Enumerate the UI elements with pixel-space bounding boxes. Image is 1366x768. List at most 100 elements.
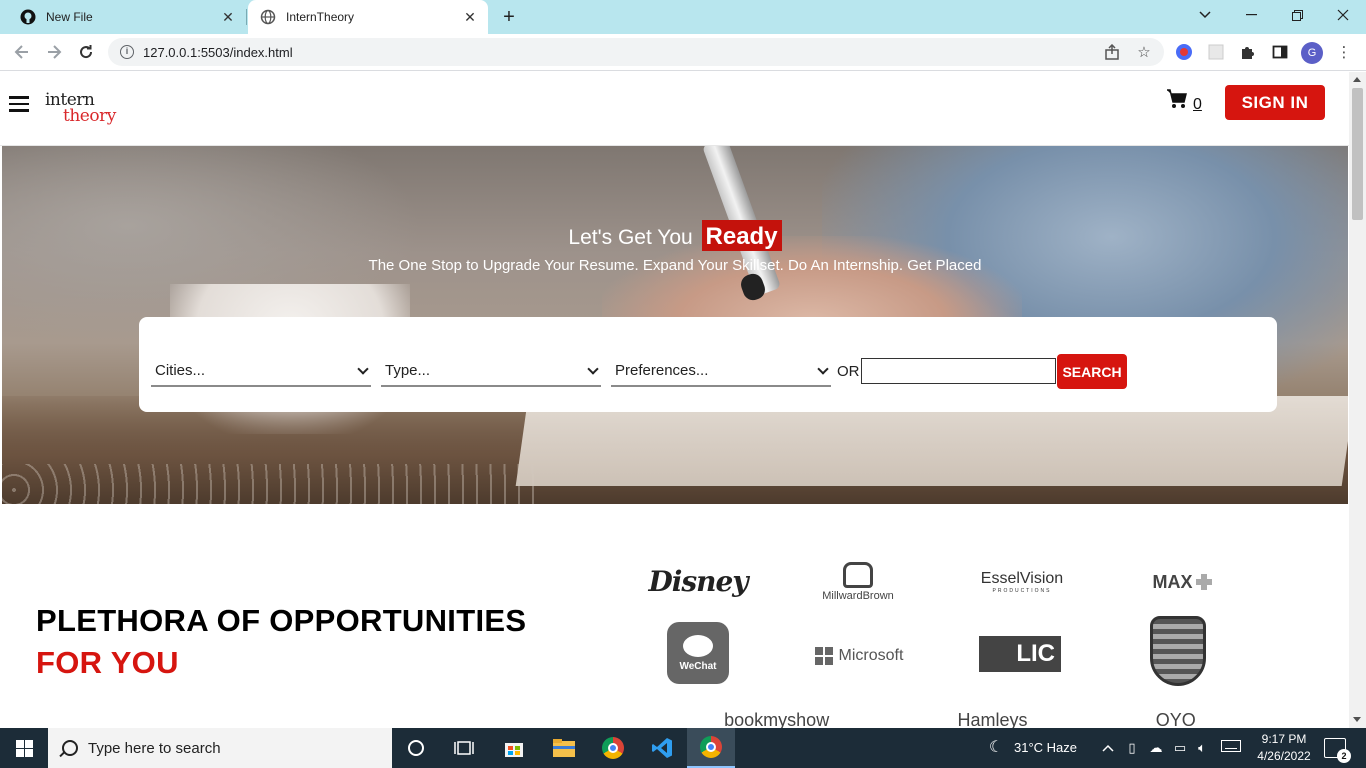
partner-logo-oyo: OYO (1155, 709, 1196, 729)
preferences-select[interactable]: Preferences... (611, 357, 831, 387)
extensions-puzzle-icon[interactable] (1238, 42, 1258, 62)
hero-title-highlight: Ready (701, 220, 782, 251)
microsoft-squares-icon (814, 647, 833, 665)
cities-select-value: Cities... (155, 362, 206, 379)
or-label: OR (837, 363, 860, 380)
clock-date[interactable]: 4/26/2022 (1254, 749, 1314, 763)
side-panel-icon[interactable] (1270, 42, 1290, 62)
volume-icon[interactable]: 🔈︎ (1194, 740, 1210, 756)
windows-logo-icon (15, 739, 33, 757)
vscode-icon[interactable] (638, 728, 686, 768)
page-scrollbar[interactable] (1349, 72, 1366, 728)
opportunities-title: PLETHORA OF OPPORTUNITIES (36, 603, 527, 638)
tab-new-file[interactable]: New File ✕ (8, 0, 246, 34)
search-card: Cities... Type... Preferences... OR SEAR… (139, 317, 1277, 412)
type-select[interactable]: Type... (381, 357, 601, 387)
tab-separator (246, 9, 247, 25)
partner-logo-lic-text: LIC (979, 636, 1061, 672)
partner-logo-max: MAX (1138, 565, 1226, 599)
chrome-active-window-icon[interactable] (687, 728, 735, 768)
clock-time[interactable]: 9:17 PM (1254, 732, 1314, 746)
keyboard-icon[interactable] (1220, 740, 1242, 756)
hero-background-spiral (2, 464, 542, 504)
task-view-icon[interactable] (440, 728, 488, 768)
hero-title-prefix: Let's Get You (568, 226, 693, 249)
bookmark-star-icon[interactable]: ☆ (1134, 42, 1154, 62)
close-tab-icon[interactable]: ✕ (462, 9, 478, 25)
site-info-icon[interactable]: i (120, 45, 134, 59)
close-tab-icon[interactable]: ✕ (220, 9, 236, 25)
chrome-icon (700, 736, 722, 758)
scroll-up-arrow-icon[interactable] (1353, 77, 1361, 82)
site-logo[interactable]: intern theory (45, 90, 125, 130)
share-icon[interactable] (1102, 42, 1122, 62)
globe-icon (260, 9, 276, 25)
extension-grid-icon[interactable] (1206, 42, 1226, 62)
tab-title: New File (46, 10, 93, 24)
partner-logo-hamleys: Hamleys (957, 709, 1028, 729)
weather-text[interactable]: 31°C Haze (1014, 740, 1077, 755)
onedrive-cloud-icon[interactable]: ☁ (1148, 740, 1164, 756)
cities-select[interactable]: Cities... (151, 357, 371, 387)
partner-logo-lic: LIC (977, 630, 1063, 678)
address-bar[interactable]: i 127.0.0.1:5503/index.html ☆ (108, 38, 1164, 66)
profile-avatar[interactable]: G (1301, 42, 1323, 64)
cart-button[interactable]: 0 (1166, 88, 1206, 116)
partner-logo-esselvision-text: EsselVision (980, 570, 1064, 587)
hamburger-menu-icon[interactable] (9, 96, 29, 112)
chevron-down-icon (587, 363, 599, 375)
partner-logo-disney: Disney (648, 564, 748, 598)
hero-subtitle: The One Stop to Upgrade Your Resume. Exp… (368, 257, 982, 274)
extension-colorful-icon[interactable] (1174, 42, 1194, 62)
tab-interntheory[interactable]: InternTheory ✕ (248, 0, 488, 34)
partner-logo-esselvision: EsselVision PRODUCTIONS (978, 565, 1066, 599)
millwardbrown-heart-icon (843, 562, 873, 588)
chevron-up-icon[interactable] (1100, 740, 1116, 756)
partner-logo-microsoft: Microsoft (812, 640, 906, 672)
system-tray: ☾ 31°C Haze ▯ ☁ ▭ 🔈︎ 9:17 PM 4/26/2022 2 (984, 728, 1366, 768)
scroll-down-arrow-icon[interactable] (1353, 717, 1361, 722)
restore-button[interactable] (1274, 0, 1320, 30)
chrome-taskbar-icon[interactable] (589, 728, 637, 768)
chrome-menu-icon[interactable]: ⋮ (1334, 42, 1354, 62)
partner-logos-row-partial: bookmyshow Hamleys OYO (660, 706, 1260, 729)
hero-banner: Let's Get You Ready The One Stop to Upgr… (2, 146, 1348, 504)
search-button[interactable]: SEARCH (1057, 354, 1127, 389)
partner-logo-esselvision-sub: PRODUCTIONS (992, 588, 1052, 594)
partner-logo-max-text: MAX (1152, 571, 1193, 592)
partner-logo-microsoft-text: Microsoft (838, 647, 904, 664)
notification-center-icon[interactable]: 2 (1324, 738, 1351, 763)
taskbar-search-box[interactable]: Type here to search (48, 728, 392, 768)
partner-logo-wechat-text: WeChat (679, 660, 717, 672)
file-explorer-icon[interactable] (540, 728, 588, 768)
opportunities-subtitle: FOR YOU (36, 645, 179, 680)
windows-taskbar: Type here to search ☾ 31°C Haze ▯ ☁ ▭ 🔈︎… (0, 728, 1366, 768)
partner-logo-millwardbrown: MillwardBrown (812, 558, 904, 606)
battery-icon[interactable]: ▭ (1172, 740, 1188, 756)
taskbar-search-placeholder: Type here to search (88, 739, 221, 757)
new-tab-button[interactable]: + (498, 6, 520, 28)
meet-now-icon[interactable]: ▯ (1124, 740, 1140, 756)
search-icon (62, 740, 78, 756)
max-plus-icon (1195, 574, 1212, 590)
cart-count: 0 (1193, 96, 1202, 113)
reload-icon[interactable] (74, 40, 98, 64)
url-text: 127.0.0.1:5503/index.html (143, 45, 293, 60)
close-window-button[interactable] (1320, 0, 1366, 30)
cortana-icon[interactable] (392, 728, 440, 768)
scrollbar-thumb[interactable] (1352, 88, 1363, 220)
browser-tab-strip: New File ✕ InternTheory ✕ + (0, 0, 1366, 34)
sign-in-button[interactable]: SIGN IN (1225, 85, 1325, 120)
start-button[interactable] (0, 728, 48, 768)
back-icon[interactable] (10, 40, 34, 64)
page-viewport: intern theory 0 SIGN IN Let's Get You Re… (0, 72, 1349, 728)
chevron-down-icon (817, 363, 829, 375)
forward-icon[interactable] (42, 40, 66, 64)
preferences-select-value: Preferences... (615, 362, 709, 379)
browser-toolbar: i 127.0.0.1:5503/index.html ☆ G ⋮ (0, 34, 1366, 71)
minimize-button[interactable] (1228, 0, 1274, 30)
weather-moon-icon[interactable]: ☾ (988, 740, 1004, 756)
microsoft-store-icon[interactable] (490, 728, 538, 768)
tab-search-icon[interactable] (1182, 0, 1228, 30)
search-input[interactable] (861, 358, 1056, 384)
